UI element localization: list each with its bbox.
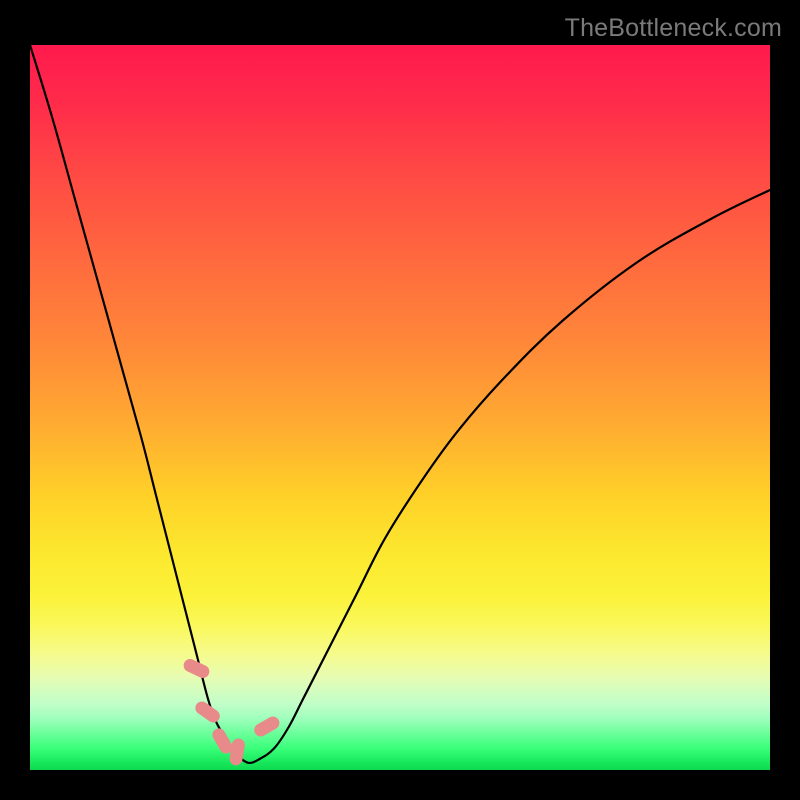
plot-area [30, 45, 770, 770]
valley-marker [193, 699, 223, 725]
watermark-text: TheBottleneck.com [565, 14, 782, 43]
valley-marker [228, 737, 245, 766]
plot-svg [30, 45, 770, 770]
chart-frame: TheBottleneck.com [0, 0, 800, 800]
valley-markers-group [182, 657, 282, 766]
valley-marker [252, 714, 282, 739]
valley-marker [182, 657, 212, 680]
bottleneck-curve [30, 45, 770, 763]
